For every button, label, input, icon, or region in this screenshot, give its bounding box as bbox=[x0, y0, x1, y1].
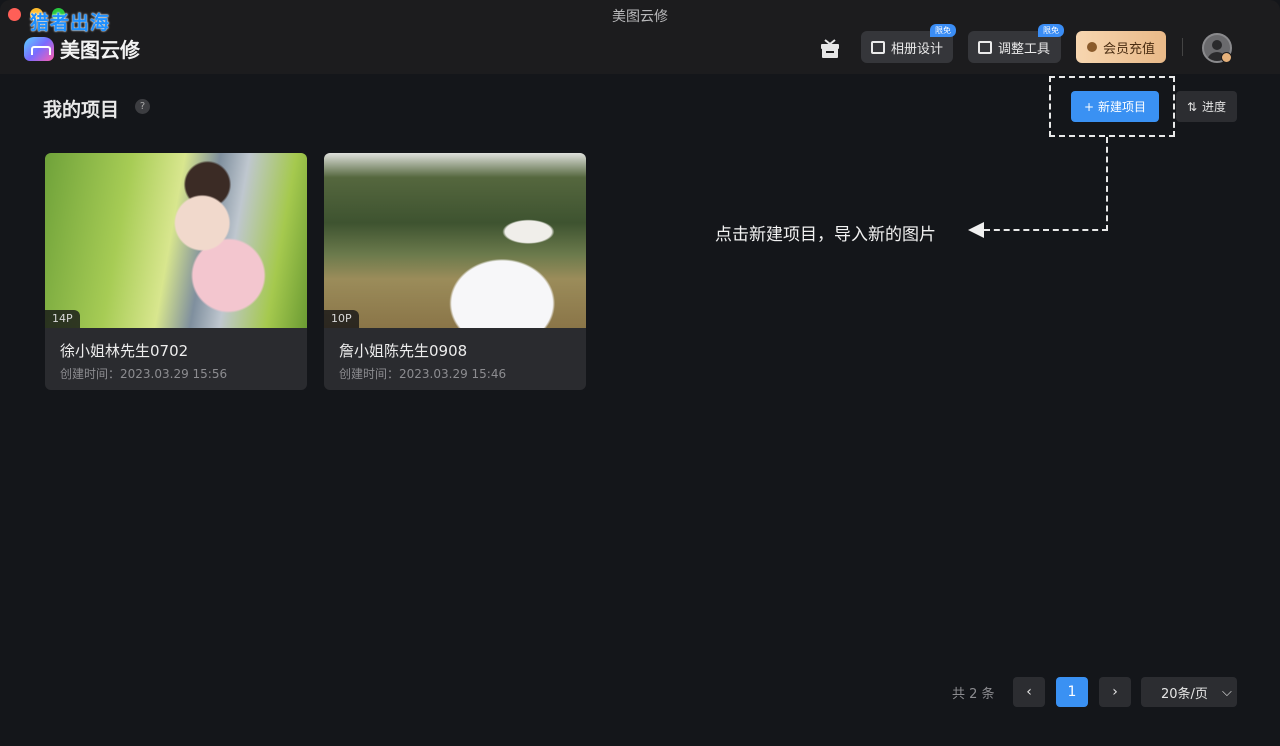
vip-recharge-button[interactable]: 会员充值 bbox=[1076, 31, 1166, 63]
free-tag: 限免 bbox=[930, 24, 956, 37]
project-card[interactable]: 10P 詹小姐陈先生0908 创建时间：2023.03.29 15:46 bbox=[324, 153, 586, 390]
pagination-total: 共 2 条 bbox=[952, 687, 995, 702]
cloud-logo-icon bbox=[24, 36, 54, 61]
highlight-box bbox=[1049, 76, 1175, 137]
project-card[interactable]: 14P 徐小姐林先生0702 创建时间：2023.03.29 15:56 bbox=[45, 153, 307, 390]
progress-button[interactable]: ⇅ 进度 bbox=[1176, 91, 1237, 122]
diamond-icon bbox=[1086, 42, 1097, 52]
next-page-button[interactable]: › bbox=[1099, 677, 1131, 707]
album-design-label: 相册设计 bbox=[891, 41, 944, 57]
project-thumbnail[interactable] bbox=[324, 153, 586, 328]
chevron-left-icon: ‹ bbox=[1026, 684, 1032, 700]
album-design-button[interactable]: 相册设计 限免 bbox=[861, 24, 956, 63]
photo-count-badge: 14P bbox=[45, 310, 80, 328]
sort-icon: ⇅ bbox=[1186, 99, 1198, 114]
chevron-down-icon: ⌵ bbox=[1221, 684, 1232, 700]
adjust-tool-label: 调整工具 bbox=[998, 41, 1051, 57]
prev-page-button[interactable]: ‹ bbox=[1013, 677, 1045, 707]
project-name: 徐小姐林先生0702 bbox=[60, 342, 189, 360]
page-title: 我的项目 bbox=[43, 99, 120, 121]
title-bar: 猎者出海 美图云修 美图云修 相册设计 限免 调整工具 限免 会员充值 bbox=[0, 0, 1280, 74]
callout-line bbox=[984, 229, 1108, 231]
chevron-right-icon: › bbox=[1112, 684, 1118, 700]
callout-hint: 点击新建项目，导入新的图片 bbox=[715, 225, 936, 245]
progress-label: 进度 bbox=[1202, 100, 1227, 114]
vip-badge-icon bbox=[1221, 52, 1232, 63]
help-icon[interactable]: ? bbox=[135, 99, 150, 114]
photo-count-badge: 10P bbox=[324, 310, 359, 328]
gift-icon[interactable] bbox=[818, 36, 842, 60]
free-tag: 限免 bbox=[1038, 24, 1064, 37]
project-created-time: 创建时间：2023.03.29 15:46 bbox=[339, 367, 507, 381]
project-created-time: 创建时间：2023.03.29 15:56 bbox=[60, 367, 228, 381]
logo-text: 美图云修 bbox=[60, 38, 140, 62]
adjust-tool-button[interactable]: 调整工具 限免 bbox=[968, 24, 1064, 63]
header-divider bbox=[1182, 38, 1183, 56]
callout-line bbox=[1106, 137, 1108, 231]
page-size-select[interactable]: 20条/页 ⌵ bbox=[1141, 677, 1237, 707]
app-logo: 美图云修 bbox=[24, 34, 140, 63]
page-1-button[interactable]: 1 bbox=[1056, 677, 1088, 707]
window-title: 美图云修 bbox=[612, 9, 668, 25]
page-size-label: 20条/页 bbox=[1161, 686, 1208, 702]
vip-recharge-label: 会员充值 bbox=[1102, 41, 1155, 57]
app-window: 猎者出海 美图云修 美图云修 相册设计 限免 调整工具 限免 会员充值 我的项目… bbox=[0, 0, 1280, 746]
project-name: 詹小姐陈先生0908 bbox=[339, 342, 468, 360]
album-icon bbox=[871, 40, 885, 54]
arrow-left-icon bbox=[968, 222, 984, 238]
project-thumbnail[interactable] bbox=[45, 153, 307, 328]
adjust-icon bbox=[978, 40, 992, 54]
